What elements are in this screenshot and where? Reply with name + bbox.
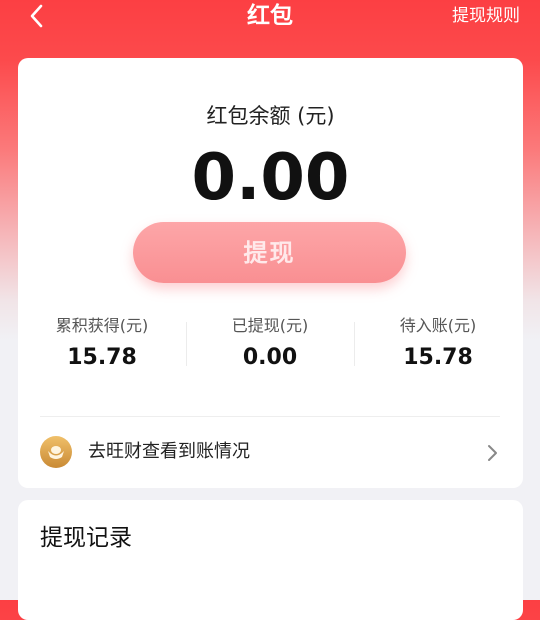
chevron-right-icon: [488, 445, 497, 461]
stat-value: 15.78: [67, 345, 137, 370]
wangcai-link-label: 去旺财查看到账情况: [88, 441, 250, 462]
stat-withdrawn: 已提现(元) 0.00: [186, 314, 354, 372]
wangcai-link-row[interactable]: 去旺财查看到账情况: [18, 418, 523, 488]
withdraw-rules-link[interactable]: 提现规则: [452, 4, 520, 28]
balance-card: 红包余额 (元) 0.00 提现 累积获得(元) 15.78 已提现(元) 0.…: [18, 58, 523, 488]
header-bar: 红包 提现规则: [0, 0, 540, 34]
balance-value: 0.00: [191, 141, 350, 215]
divider: [40, 416, 500, 417]
stat-value: 0.00: [242, 345, 298, 370]
stat-label: 已提现(元): [231, 316, 309, 335]
withdraw-records-card: 提现记录: [18, 500, 523, 620]
balance-label: 红包余额 (元): [206, 104, 335, 128]
stat-value: 15.78: [403, 345, 473, 370]
records-title: 提现记录: [40, 525, 132, 551]
stat-pending: 待入账(元) 15.78: [354, 314, 522, 372]
withdraw-button[interactable]: 提现: [133, 222, 406, 283]
stat-accumulated: 累积获得(元) 15.78: [18, 314, 186, 372]
stats-row: 累积获得(元) 15.78 已提现(元) 0.00 待入账(元) 15.78: [18, 314, 523, 376]
gold-ingot-icon: [40, 436, 72, 468]
stat-label: 待入账(元): [399, 316, 477, 335]
stat-label: 累积获得(元): [55, 316, 149, 335]
